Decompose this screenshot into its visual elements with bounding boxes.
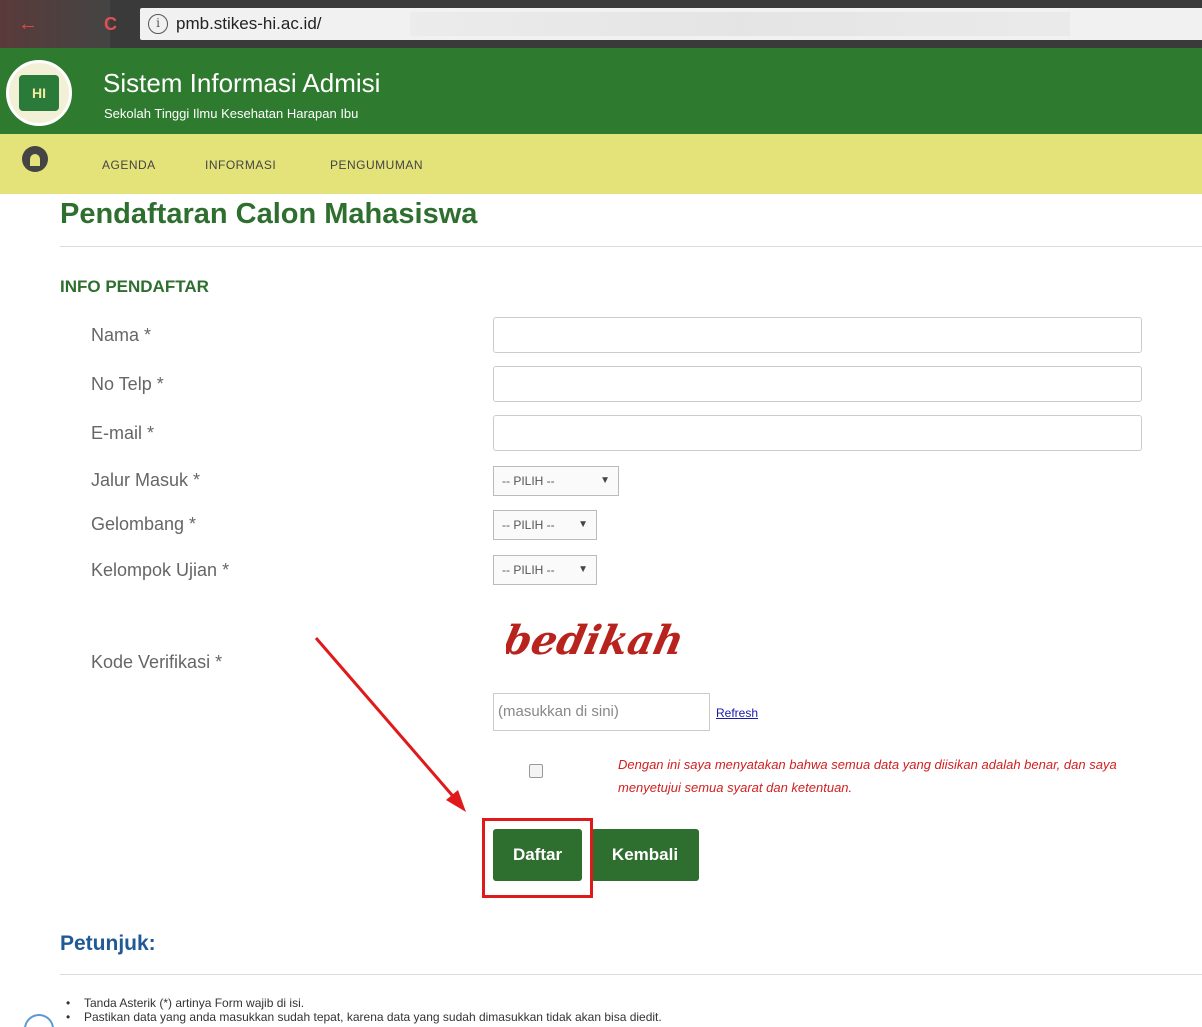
- kelompok-ujian-value: -- PILIH --: [502, 563, 555, 577]
- divider: [60, 246, 1202, 247]
- back-arrow-icon[interactable]: ←: [18, 12, 44, 36]
- gelombang-value: -- PILIH --: [502, 518, 555, 532]
- verification-placeholder: (masukkan di sini): [498, 703, 619, 720]
- institution-logo[interactable]: HI: [6, 60, 72, 126]
- jalur-masuk-select[interactable]: -- PILIH -- ▼: [493, 466, 619, 496]
- section-title: INFO PENDAFTAR: [60, 277, 209, 296]
- jalur-masuk-label: Jalur Masuk *: [91, 470, 201, 490]
- agree-statement: Dengan ini saya menyatakan bahwa semua d…: [618, 757, 1117, 795]
- instruction-list: Tanda Asterik (*) artinya Form wajib di …: [66, 996, 662, 1024]
- nav-item-informasi[interactable]: INFORMASI: [205, 158, 276, 172]
- nama-input[interactable]: [493, 317, 1142, 353]
- info-icon[interactable]: i: [148, 14, 168, 34]
- captcha-text: bedikah: [506, 616, 688, 663]
- refresh-captcha-link[interactable]: Refresh: [716, 706, 758, 720]
- home-icon[interactable]: [22, 146, 48, 172]
- petunjuk-title: Petunjuk:: [60, 932, 156, 955]
- logo-emblem: HI: [19, 75, 59, 111]
- site-subtitle: Sekolah Tinggi Ilmu Kesehatan Harapan Ib…: [104, 106, 359, 121]
- kode-verifikasi-label: Kode Verifikasi *: [91, 652, 223, 672]
- nav-item-pengumuman[interactable]: PENGUMUMAN: [330, 158, 423, 172]
- kembali-button[interactable]: Kembali: [591, 829, 699, 881]
- nama-label: Nama *: [91, 325, 152, 345]
- verification-code-input[interactable]: (masukkan di sini): [493, 693, 710, 731]
- telp-label: No Telp *: [91, 374, 164, 394]
- email-input[interactable]: [493, 415, 1142, 451]
- annotation-arrow-line: [314, 637, 460, 803]
- telp-input[interactable]: [493, 366, 1142, 402]
- site-title[interactable]: Sistem Informasi Admisi: [103, 68, 380, 99]
- kelompok-ujian-select[interactable]: -- PILIH -- ▼: [493, 555, 597, 585]
- gelombang-label: Gelombang *: [91, 514, 197, 534]
- dropdown-arrow-icon: ▼: [578, 519, 588, 530]
- annotation-highlight-box: [482, 818, 593, 898]
- annotation-arrow-head: [446, 790, 466, 812]
- reload-icon[interactable]: C: [104, 12, 130, 36]
- nav-item-agenda[interactable]: AGENDA: [102, 158, 156, 172]
- jalur-masuk-value: -- PILIH --: [502, 474, 555, 488]
- site-header: HI Sistem Informasi Admisi Sekolah Tingg…: [0, 48, 1202, 134]
- page-title: Pendaftaran Calon Mahasiswa: [60, 198, 478, 230]
- main-nav: AGENDA INFORMASI PENGUMUMAN: [0, 134, 1202, 194]
- dropdown-arrow-icon: ▼: [578, 564, 588, 575]
- divider: [60, 974, 1202, 975]
- url-text[interactable]: pmb.stikes-hi.ac.id/: [176, 14, 322, 34]
- email-label: E-mail *: [91, 423, 155, 443]
- kelompok-ujian-label: Kelompok Ujian *: [91, 560, 230, 580]
- agree-checkbox[interactable]: [529, 764, 543, 778]
- browser-toolbar: ← C i pmb.stikes-hi.ac.id/: [0, 0, 1202, 48]
- toolbar-background: [0, 0, 110, 48]
- blurred-region: [410, 12, 1070, 36]
- dropdown-arrow-icon: ▼: [600, 475, 610, 486]
- captcha-image: bedikah: [506, 616, 688, 663]
- address-bar[interactable]: i pmb.stikes-hi.ac.id/: [140, 8, 1202, 40]
- list-item: Pastikan data yang anda masukkan sudah t…: [66, 1010, 662, 1024]
- chat-widget-icon[interactable]: [24, 1014, 54, 1027]
- list-item: Tanda Asterik (*) artinya Form wajib di …: [66, 996, 662, 1010]
- gelombang-select[interactable]: -- PILIH -- ▼: [493, 510, 597, 540]
